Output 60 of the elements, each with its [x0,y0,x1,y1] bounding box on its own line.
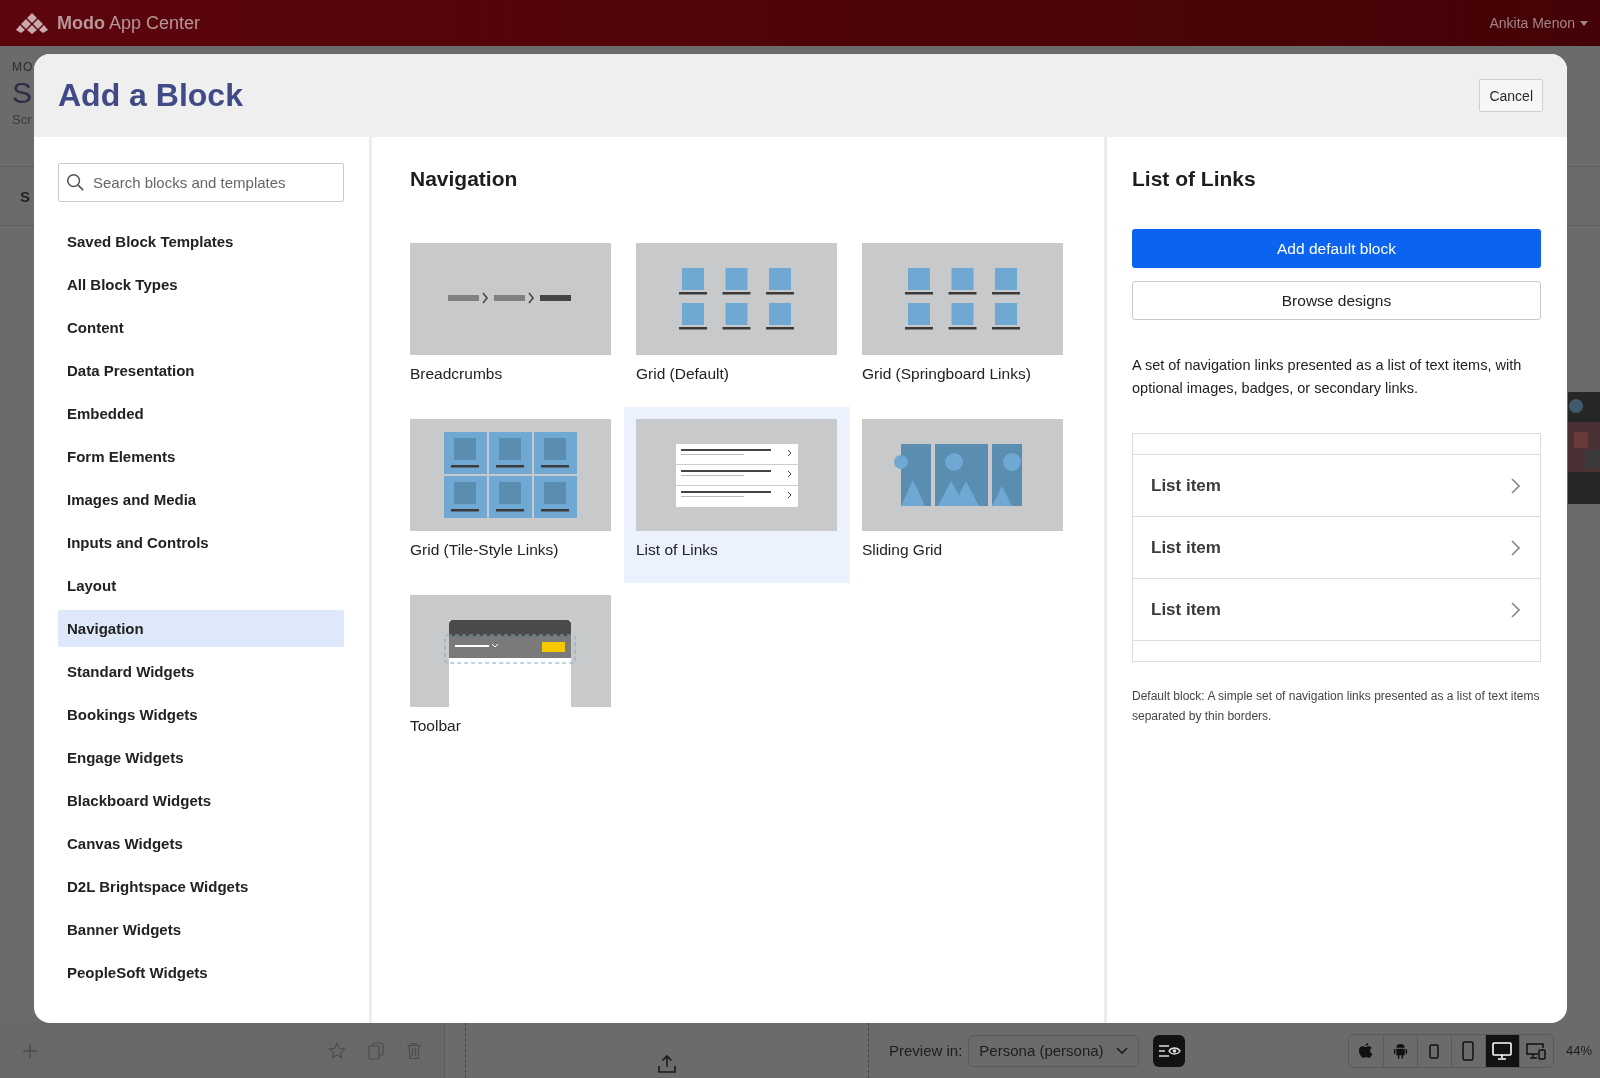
category-item[interactable]: Images and Media [58,481,344,518]
category-item[interactable]: Embedded [58,395,344,432]
browse-designs-button[interactable]: Browse designs [1132,281,1541,320]
upload-icon[interactable] [657,1054,677,1074]
cancel-button[interactable]: Cancel [1479,79,1543,112]
category-item[interactable]: Standard Widgets [58,653,344,690]
star-icon[interactable] [328,1041,346,1060]
category-item[interactable]: Data Presentation [58,352,344,389]
category-item[interactable]: Banner Widgets [58,911,344,948]
category-item[interactable]: Bookings Widgets [58,696,344,733]
desktop-icon [1492,1041,1513,1060]
block-card[interactable]: List of Links [624,407,850,583]
page-title: S [12,75,32,111]
device-button[interactable] [1484,1034,1519,1067]
block-card[interactable]: Breadcrumbs [398,231,624,407]
chevron-right-icon [1510,601,1520,618]
section-title: Navigation [410,167,519,191]
zoom-level: 44% [1565,1043,1592,1058]
category-item[interactable]: Inputs and Controls [58,524,344,561]
block-card[interactable]: Grid (Default) [624,231,850,407]
preview-visibility-button[interactable] [1152,1034,1185,1067]
chevron-right-icon [1510,539,1520,556]
category-item[interactable]: Engage Widgets [58,739,344,776]
breadcrumb: MO [12,60,34,74]
block-card[interactable]: Toolbar [398,583,624,759]
chevron-right-icon [1510,477,1520,494]
android-icon [1392,1042,1408,1059]
details-title: List of Links [1132,167,1257,191]
category-item[interactable]: PeopleSoft Widgets [58,954,344,991]
logo-icon [15,12,49,34]
dialog-title: Add a Block [58,77,243,114]
category-item[interactable]: Content [58,309,344,346]
category-item[interactable]: All Block Types [58,266,344,303]
block-card[interactable]: Grid (Springboard Links) [850,231,1076,407]
category-item[interactable]: Form Elements [58,438,344,475]
block-card[interactable]: Sliding Grid [850,407,1076,583]
apple-icon [1358,1042,1374,1059]
caret-icon [1580,20,1588,26]
list-item-text: List item [1151,537,1221,558]
list-item-text: List item [1151,475,1221,496]
eye-icon [1156,1042,1181,1059]
block-description: A set of navigation links presented as a list of text items, with optional images, badges, or secondary links. [1132,356,1523,398]
desktop-tablet-icon [1525,1041,1548,1060]
add-default-block-button[interactable]: Add default block [1132,229,1541,268]
phone-icon [1462,1040,1475,1061]
category-item[interactable]: D2L Brightspace Widgets [58,868,344,905]
preview-label: Preview in: [889,1042,963,1059]
category-item[interactable]: Layout [58,567,344,604]
search-field[interactable]: Search blocks and templates [58,163,344,202]
chevron-down-icon [1115,1046,1128,1055]
category-item[interactable]: Canvas Widgets [58,825,344,862]
default-block-note: Default block: A simple set of navigation links presented as a list of text items separated by thin borders. [1132,688,1541,725]
list-item-text: List item [1151,599,1221,620]
user-menu[interactable]: Ankita Menon [1489,15,1588,31]
block-card[interactable]: Grid (Tile-Style Links) [398,407,624,583]
app-name: Modo App Center [57,12,201,34]
category-item[interactable]: Blackboard Widgets [58,782,344,819]
phone-icon [1429,1042,1440,1059]
category-item[interactable]: Saved Block Templates [58,223,344,260]
category-item[interactable]: Navigation [58,610,344,647]
